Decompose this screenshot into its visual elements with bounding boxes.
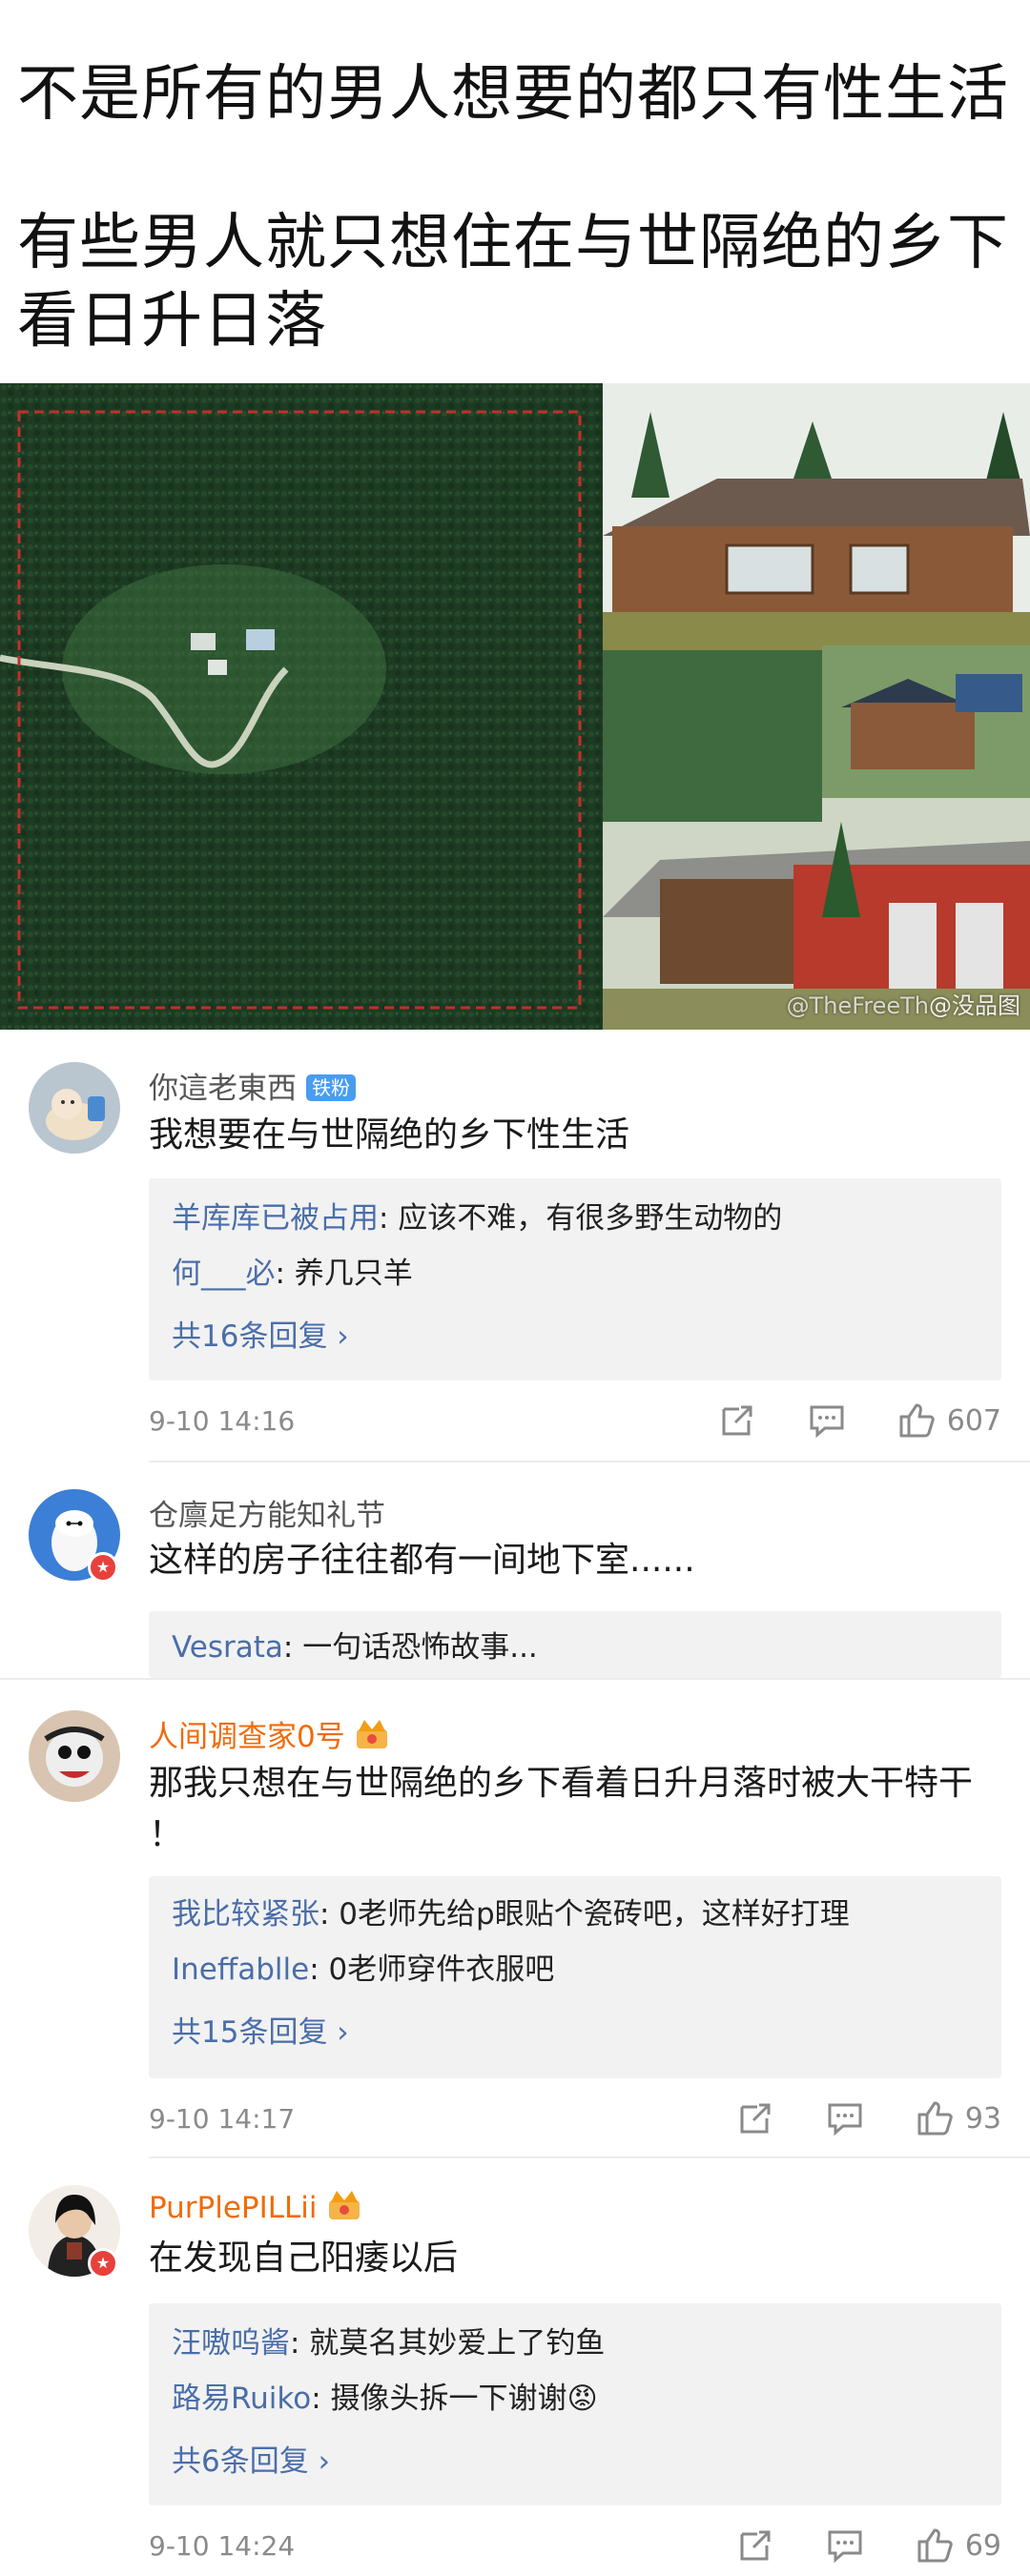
verified-badge-icon — [88, 2248, 118, 2279]
image-watermark: @TheFreeTh@没品图 — [786, 992, 1020, 1019]
comment-timestamp: 9-10 14:16 — [149, 1405, 296, 1437]
divider — [149, 2157, 1030, 2158]
post-title-line-2: 有些男人就只想住在与世隔绝的乡下 — [17, 208, 1009, 278]
more-replies-link[interactable]: 共16条回复 › — [172, 1312, 349, 1355]
like-count: 607 — [946, 1403, 1001, 1438]
avatar[interactable] — [29, 1062, 120, 1154]
share-icon[interactable] — [716, 1400, 758, 1441]
satellite-map-image — [0, 383, 603, 1030]
comment-actions: 607 — [669, 1400, 1001, 1441]
crown-badge-icon — [328, 2191, 360, 2219]
like-count: 93 — [964, 2101, 1001, 2136]
reply-line: Vesrata: 一句话恐怖故事... — [172, 1630, 538, 1665]
reply-username[interactable]: Ineffablle — [172, 1952, 309, 1987]
crown-badge-icon — [356, 1720, 387, 1748]
reply-line: 路易Ruiko: 摄像头拆一下谢谢😡 — [172, 2382, 598, 2416]
like-count: 69 — [964, 2528, 1001, 2563]
reply-username[interactable]: Vesrata — [172, 1630, 283, 1665]
farmhouse-photos-image — [603, 383, 1030, 1030]
avatar[interactable] — [29, 1710, 120, 1802]
comment-text: 这样的房子往往都有一间地下室...... — [149, 1541, 695, 1580]
reply-box[interactable]: 汪嗷呜酱: 就莫名其妙爱上了钓鱼 路易Ruiko: 摄像头拆一下谢谢😡 共6条回… — [149, 2303, 1001, 2505]
thumbs-up-icon[interactable] — [914, 2525, 956, 2566]
comment-text: 在发现自己阳痿以后 — [149, 2239, 459, 2278]
reply-username[interactable]: 何___必 — [172, 1257, 276, 1291]
comment-actions: 93 — [687, 2097, 1001, 2139]
reply-username[interactable]: 我比较紧张 — [172, 1897, 319, 1932]
reply-box[interactable]: 我比较紧张: 0老师先给p眼贴个瓷砖吧，这样好打理 Ineffablle: 0老… — [149, 1876, 1001, 2078]
reply-username[interactable]: 羊库库已被占用 — [172, 1201, 379, 1236]
thumbs-up-icon[interactable] — [896, 1400, 937, 1441]
verified-badge-icon — [88, 1552, 118, 1583]
reply-line: 羊库库已被占用: 应该不难，有很多野生动物的 — [172, 1201, 783, 1236]
post-title-line-3: 看日升日落 — [17, 286, 327, 357]
post-image[interactable]: @TheFreeTh@没品图 — [0, 383, 1030, 1030]
reply-box[interactable]: Vesrata: 一句话恐怖故事... — [149, 1611, 1001, 1678]
reply-box[interactable]: 羊库库已被占用: 应该不难，有很多野生动物的 何___必: 养几只羊 共16条回… — [149, 1178, 1001, 1380]
fan-badge: 铁粉 — [306, 1074, 356, 1101]
reply-line: 我比较紧张: 0老师先给p眼贴个瓷砖吧，这样好打理 — [172, 1897, 850, 1932]
share-icon[interactable] — [734, 2525, 776, 2566]
share-icon[interactable] — [734, 2097, 776, 2139]
comment-icon[interactable] — [806, 1400, 848, 1441]
comment-username[interactable]: PurPlePILLii — [149, 2187, 363, 2225]
comment-username[interactable]: 你這老東西 铁粉 — [149, 1064, 356, 1107]
more-replies-link[interactable]: 共15条回复 › — [172, 2008, 349, 2051]
reply-line: 汪嗷呜酱: 就莫名其妙爱上了钓鱼 — [172, 2326, 606, 2361]
comment-icon[interactable] — [824, 2525, 866, 2566]
comment-timestamp: 9-10 14:17 — [149, 2103, 296, 2135]
divider — [0, 1678, 1030, 1680]
comment-username[interactable]: 人间调查家0号 — [149, 1712, 391, 1755]
comment-timestamp: 9-10 14:24 — [149, 2530, 296, 2562]
reply-line: 何___必: 养几只羊 — [172, 1257, 413, 1291]
comment-icon[interactable] — [824, 2097, 866, 2139]
reply-username[interactable]: 汪嗷呜酱 — [172, 2326, 290, 2361]
reply-username[interactable]: 路易Ruiko — [172, 2382, 311, 2416]
comment-username[interactable]: 仓廪足方能知礼节 — [149, 1491, 385, 1534]
post-title-line-1: 不是所有的男人想要的都只有性生活 — [17, 59, 1009, 130]
more-replies-link[interactable]: 共6条回复 › — [172, 2437, 330, 2480]
divider — [149, 1461, 1030, 1462]
thumbs-up-icon[interactable] — [914, 2097, 956, 2139]
comment-text: 那我只想在与世隔绝的乡下看着日升月落时被大干特干 ！ — [149, 1764, 974, 1854]
comment-text: 我想要在与世隔绝的乡下性生活 — [149, 1115, 630, 1155]
comment-actions: 69 — [687, 2525, 1001, 2566]
reply-line: Ineffablle: 0老师穿件衣服吧 — [172, 1952, 555, 1987]
